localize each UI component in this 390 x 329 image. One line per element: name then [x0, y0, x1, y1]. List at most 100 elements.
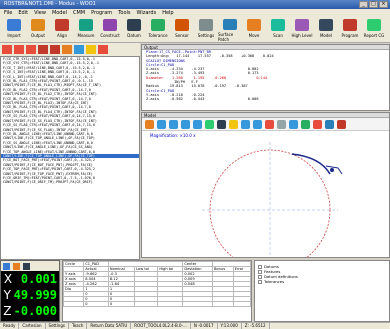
toolbar-button-label: Datum	[127, 33, 141, 38]
view-tool-icon[interactable]	[229, 119, 238, 129]
view-tool-icon[interactable]	[325, 119, 334, 129]
window-controls: _ □ ×	[359, 1, 388, 8]
view-tool-icon[interactable]	[253, 119, 262, 129]
menu-file[interactable]: File	[4, 9, 12, 17]
toolbar-button-move[interactable]: Move	[242, 17, 266, 42]
menu-cmm[interactable]: CMM	[73, 9, 85, 17]
status-field: ROOT_TOOL4.0L2.4-B.0-...	[131, 323, 191, 329]
toolbar-button-surface-patch[interactable]: Surface Patch	[218, 17, 242, 42]
high-level-icon	[295, 19, 309, 31]
view-tool-icon[interactable]	[289, 119, 298, 129]
toolbar-button-import[interactable]: Import	[2, 17, 26, 42]
dro-axis-label: Z	[3, 304, 12, 318]
view-tool-icon[interactable]	[145, 119, 154, 129]
program-tool-icon[interactable]	[98, 45, 108, 54]
table-cell: 0	[83, 301, 109, 307]
expand-icon[interactable]	[258, 264, 262, 269]
menu-program[interactable]: Program	[91, 9, 112, 17]
view-tool-icon[interactable]	[157, 119, 166, 129]
view-tool-icon[interactable]	[241, 119, 250, 129]
menu-tools[interactable]: Tools	[118, 9, 130, 17]
toolbar-button-label: Surface Patch	[218, 32, 234, 42]
code-line[interactable]: CONST/POINT,F(CE_ORIF_TM),PROJPT,FA(CE_O…	[1, 180, 139, 184]
axis-icon[interactable]	[13, 262, 20, 270]
dro-axis-value: 49.999	[13, 288, 57, 302]
view-tool-icon[interactable]	[181, 119, 190, 129]
dro-axis-label: Y	[3, 288, 11, 302]
program-tool-icon[interactable]	[74, 45, 84, 54]
toolbar-button-align[interactable]: Align	[50, 17, 74, 42]
toolbar-button-label: Tolerance	[148, 33, 168, 38]
program-tool-icon[interactable]	[14, 45, 24, 54]
toolbar-button-settings[interactable]: Settings	[194, 17, 218, 42]
view-tool-icon[interactable]	[337, 119, 346, 129]
window-title-bar: ROSTBR&NOT1.DMI - Modus - WOO1	[0, 0, 390, 9]
measured-arc	[291, 153, 331, 175]
maximize-button[interactable]: □	[369, 1, 378, 8]
table-cell	[134, 301, 159, 307]
axis-icon[interactable]	[23, 262, 30, 270]
toolbar-button-label: Model	[319, 33, 332, 38]
view-tool-icon[interactable]	[313, 119, 322, 129]
toolbar-button-label: Import	[7, 33, 21, 38]
toolbar-button-high-level[interactable]: High Level	[290, 17, 314, 42]
toolbar-button-tolerance[interactable]: Tolerance	[146, 17, 170, 42]
view-tool-icon[interactable]	[217, 119, 226, 129]
toolbar-button-program[interactable]: Program	[338, 17, 362, 42]
program-toolbar	[0, 43, 140, 56]
view-tool-icon[interactable]	[205, 119, 214, 129]
report-cg-icon	[367, 19, 381, 31]
datum-icon	[127, 19, 141, 31]
main-toolbar: Import Output Align Measure Construct Datum To…	[0, 17, 390, 43]
import-icon	[7, 19, 21, 31]
table-row[interactable]: 00	[63, 301, 251, 307]
toolbar-button-model[interactable]: Model	[314, 17, 338, 42]
view-tool-icon[interactable]	[301, 119, 310, 129]
toolbar-button-measure[interactable]: Measure	[74, 17, 98, 42]
menu-edit[interactable]: Edit	[18, 9, 28, 17]
view-tool-icon[interactable]	[193, 119, 202, 129]
tree-item[interactable]: Tolerances	[258, 279, 386, 284]
toolbar-button-scan[interactable]: Scan	[266, 17, 290, 42]
output-panel: Output Plane:17_CS_FACE--Point:PNT_BR Len…	[141, 44, 390, 111]
output-line: Z-axis -0.562 -0.443 0.006	[146, 97, 259, 102]
program-tool-icon[interactable]	[2, 45, 12, 54]
toolbar-button-report-cg[interactable]: Report CG	[362, 17, 386, 42]
minimize-button[interactable]: _	[359, 1, 368, 8]
axis-icon[interactable]	[3, 262, 10, 270]
menu-help[interactable]: Help	[162, 9, 173, 17]
program-tool-icon[interactable]	[26, 45, 36, 54]
menu-model[interactable]: Model	[52, 9, 67, 17]
menu-view[interactable]: View	[34, 9, 46, 17]
toolbar-button-output[interactable]: Output	[26, 17, 50, 42]
expand-icon[interactable]	[258, 269, 262, 274]
tree-item-label: Tolerances	[264, 279, 285, 284]
dro-toolbar	[1, 261, 59, 271]
expand-icon[interactable]	[258, 274, 262, 279]
view-tool-icon[interactable]	[169, 119, 178, 129]
model-view[interactable]	[142, 132, 389, 258]
move-icon	[247, 19, 261, 31]
toolbar-button-construct[interactable]: Construct	[98, 17, 122, 42]
program-editor[interactable]: F(CE_CTR_SYS)=FEAT/LINE,BND,CART,0,-15.5…	[0, 56, 140, 260]
program-tool-icon[interactable]	[38, 45, 48, 54]
toolbar-button-label: Move	[248, 33, 260, 38]
dro-axis-value: -0.000	[13, 304, 57, 318]
program-tool-icon[interactable]	[86, 45, 96, 54]
menu-bar: File Edit View Model CMM Program Tools W…	[0, 9, 390, 17]
graphics-panel[interactable]: Model Magnification: ×10.0 x	[141, 112, 390, 258]
close-button[interactable]: ×	[379, 1, 388, 8]
program-tool-icon[interactable]	[62, 45, 72, 54]
toolbar-button-sensor[interactable]: Sensor	[170, 17, 194, 42]
dro-row-y: Y 49.999	[1, 287, 59, 303]
menu-wizards[interactable]: Wizards	[137, 9, 157, 17]
output-icon	[31, 19, 45, 31]
expand-icon[interactable]	[258, 279, 262, 284]
probe-point	[330, 168, 334, 172]
view-tool-icon[interactable]	[277, 119, 286, 129]
program-tool-icon[interactable]	[50, 45, 60, 54]
table-cell	[211, 301, 234, 307]
toolbar-button-datum[interactable]: Datum	[122, 17, 146, 42]
view-tool-icon[interactable]	[265, 119, 274, 129]
toolbar-button-label: Sensor	[175, 33, 189, 38]
